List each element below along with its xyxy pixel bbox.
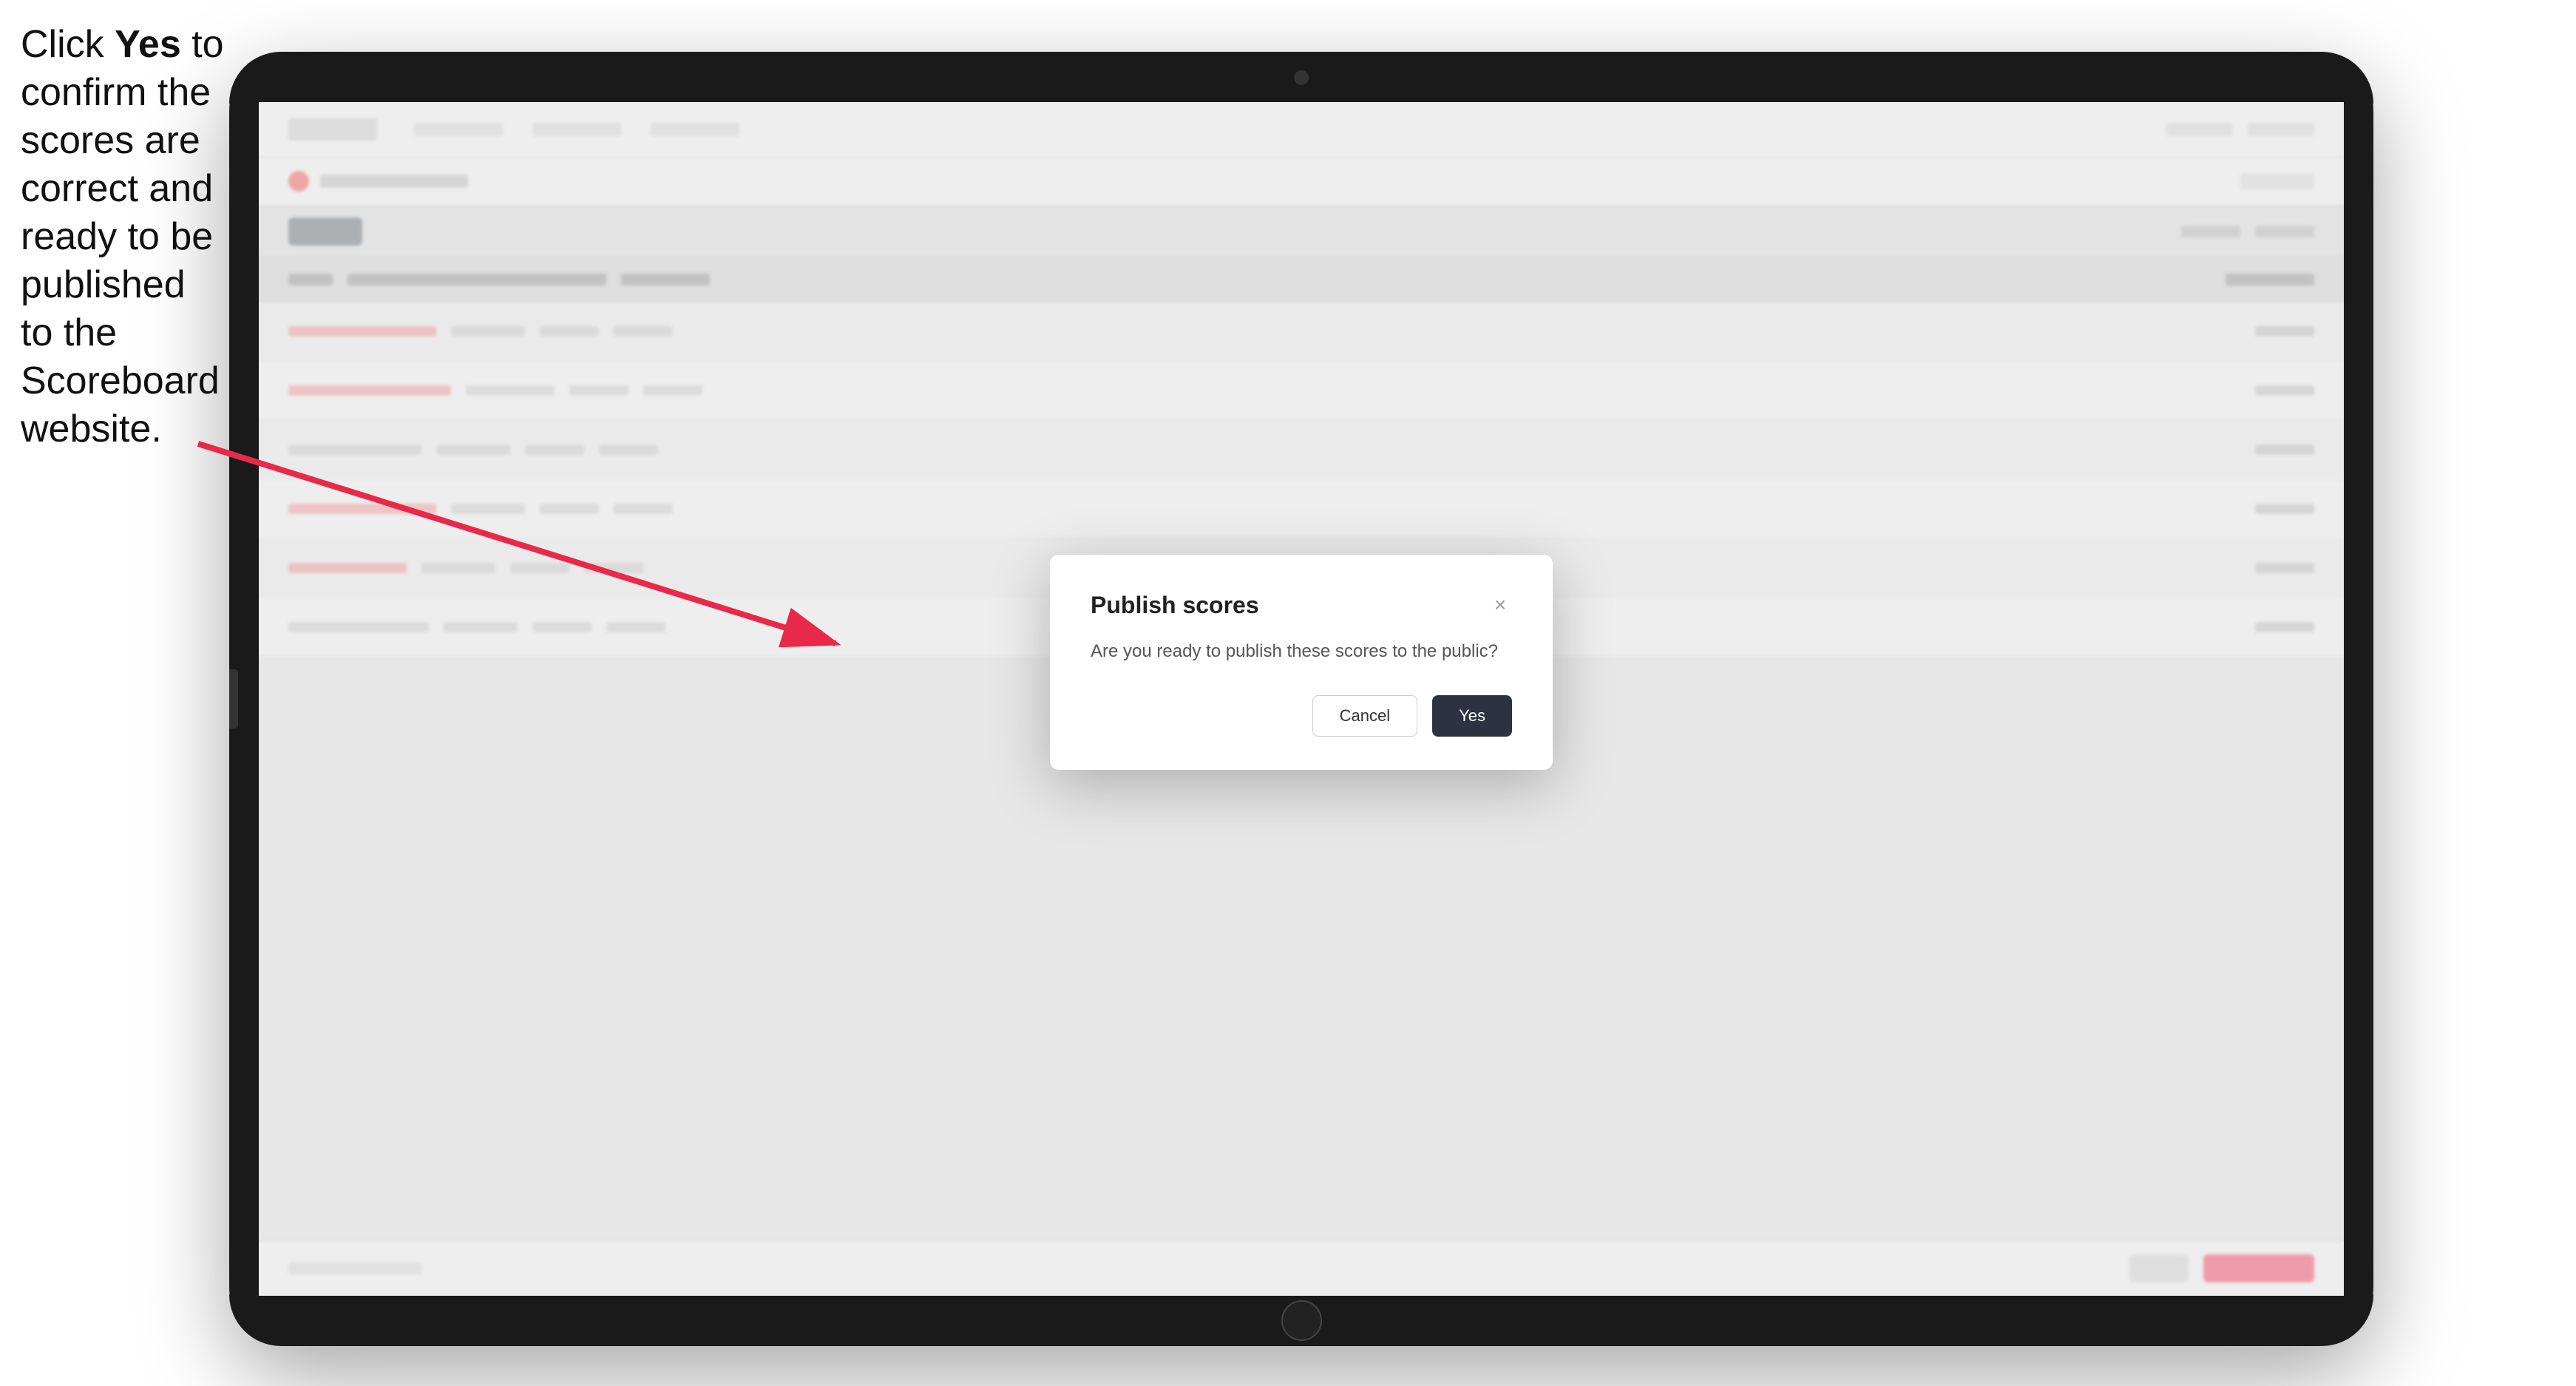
tablet-camera-dot: [1294, 70, 1309, 85]
instruction-bold: Yes: [115, 23, 181, 66]
tablet-screen: Publish scores × Are you ready to publis…: [259, 102, 2344, 1296]
dialog-header: Publish scores ×: [1091, 592, 1512, 619]
tablet-home-button: [1281, 1300, 1322, 1341]
dialog-footer: Cancel Yes: [1091, 695, 1512, 737]
dialog-title: Publish scores: [1091, 592, 1259, 619]
publish-scores-dialog: Publish scores × Are you ready to publis…: [1050, 555, 1553, 770]
cancel-button[interactable]: Cancel: [1312, 695, 1417, 737]
app-content: Publish scores × Are you ready to publis…: [259, 102, 2344, 1296]
dialog-backdrop: Publish scores × Are you ready to publis…: [259, 102, 2344, 1296]
tablet-bottom-bar: [229, 1294, 2373, 1346]
tablet-side-button: [229, 669, 238, 729]
instruction-text: Click Yes to confirm the scores are corr…: [21, 21, 228, 453]
tablet-top-bar: [229, 52, 2373, 104]
dialog-body-text: Are you ready to publish these scores to…: [1091, 641, 1512, 662]
close-icon[interactable]: ×: [1488, 593, 1512, 617]
yes-button[interactable]: Yes: [1432, 695, 1512, 737]
instruction-prefix: Click: [21, 23, 115, 66]
instruction-suffix: to confirm the scores are correct and re…: [21, 23, 224, 450]
tablet-device: Publish scores × Are you ready to publis…: [229, 52, 2373, 1346]
